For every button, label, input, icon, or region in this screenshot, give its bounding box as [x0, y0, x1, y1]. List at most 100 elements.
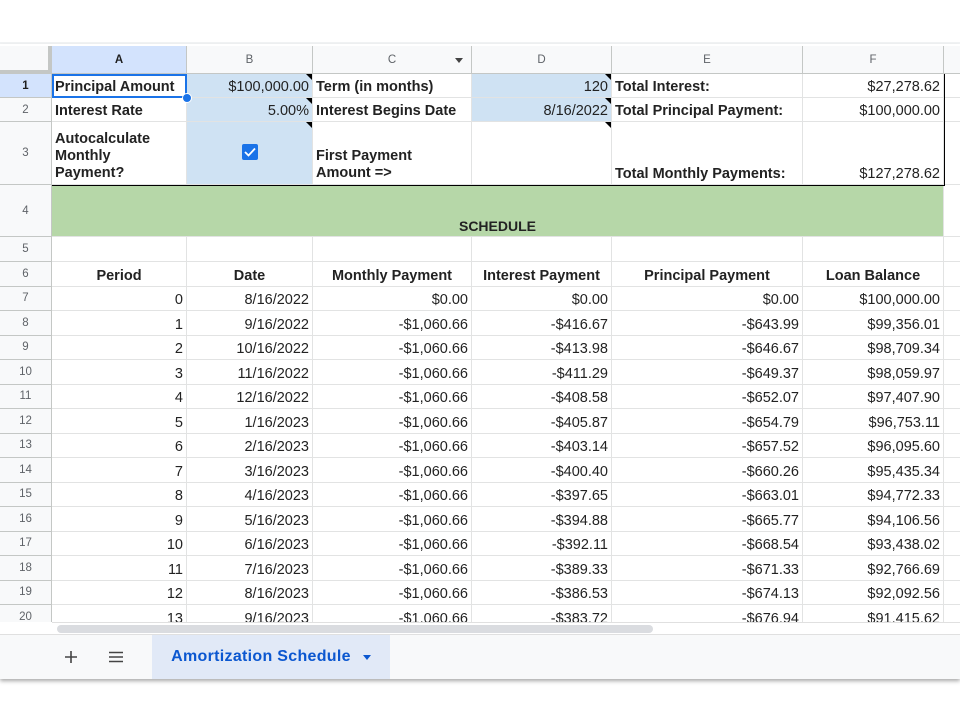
schedule-cell[interactable]: -$383.72: [472, 605, 612, 622]
schedule-cell[interactable]: $98,709.34: [803, 335, 944, 360]
schedule-cell[interactable]: -$400.40: [472, 458, 612, 483]
column-c-dropdown-icon[interactable]: [455, 58, 463, 63]
schedule-cell[interactable]: $96,095.60: [803, 433, 944, 458]
schedule-cell[interactable]: $92,766.69: [803, 556, 944, 581]
schedule-cell[interactable]: -$403.14: [472, 433, 612, 458]
schedule-cell[interactable]: -$652.07: [612, 384, 803, 409]
select-all-corner[interactable]: [0, 46, 52, 74]
schedule-cell[interactable]: -$386.53: [472, 580, 612, 605]
fill-handle[interactable]: [182, 93, 192, 103]
cell-g4[interactable]: [944, 185, 960, 237]
schedule-cell[interactable]: -$671.33: [612, 556, 803, 581]
row-header-11[interactable]: 11: [0, 384, 52, 409]
row-header-2[interactable]: 2: [0, 98, 52, 122]
schedule-cell[interactable]: 1/16/2023: [187, 409, 313, 434]
total-monthly-value[interactable]: $127,278.62: [803, 122, 944, 185]
schedule-cell[interactable]: 7/16/2023: [187, 556, 313, 581]
schedule-cell[interactable]: 8: [52, 482, 187, 507]
schedule-cell[interactable]: 2/16/2023: [187, 433, 313, 458]
schedule-cell[interactable]: $0.00: [612, 286, 803, 311]
schedule-cell[interactable]: 2: [52, 335, 187, 360]
autocalculate-checkbox[interactable]: [241, 144, 258, 160]
schedule-cell[interactable]: -$1,060.66: [313, 384, 472, 409]
blank-cell[interactable]: [472, 237, 612, 262]
principal-value[interactable]: $100,000.00: [187, 74, 313, 98]
total-principal-label[interactable]: Total Principal Payment:: [612, 98, 803, 122]
row-header-8[interactable]: 8: [0, 311, 52, 336]
column-header-g[interactable]: [944, 46, 960, 74]
schedule-cell[interactable]: -$1,060.66: [313, 433, 472, 458]
blank-cell[interactable]: [313, 237, 472, 262]
schedule-cell[interactable]: 11/16/2022: [187, 360, 313, 385]
schedule-cell[interactable]: -$408.58: [472, 384, 612, 409]
schedule-cell[interactable]: 11: [52, 556, 187, 581]
schedule-header-interest-payment[interactable]: Interest Payment: [472, 262, 612, 287]
schedule-cell[interactable]: -$1,060.66: [313, 482, 472, 507]
column-header-e[interactable]: E: [612, 46, 803, 74]
schedule-cell[interactable]: -$660.26: [612, 458, 803, 483]
row-header-12[interactable]: 12: [0, 409, 52, 434]
first-payment-value[interactable]: [472, 122, 612, 185]
schedule-cell[interactable]: 13: [52, 605, 187, 622]
schedule-cell[interactable]: $99,356.01: [803, 311, 944, 336]
column-header-f[interactable]: F: [803, 46, 944, 74]
total-monthly-label[interactable]: Total Monthly Payments:: [612, 122, 803, 185]
first-payment-label[interactable]: First Payment Amount =>: [313, 122, 472, 185]
blank-cell[interactable]: [612, 237, 803, 262]
row-header-15[interactable]: 15: [0, 482, 52, 507]
schedule-cell[interactable]: $97,407.90: [803, 384, 944, 409]
schedule-cell[interactable]: 5/16/2023: [187, 507, 313, 532]
schedule-cell[interactable]: -$643.99: [612, 311, 803, 336]
blank-cell[interactable]: [187, 237, 313, 262]
interest-begins-label[interactable]: Interest Begins Date: [313, 98, 472, 122]
schedule-cell[interactable]: -$1,060.66: [313, 556, 472, 581]
row-header-19[interactable]: 19: [0, 580, 52, 605]
schedule-cell[interactable]: -$1,060.66: [313, 507, 472, 532]
schedule-cell[interactable]: -$1,060.66: [313, 409, 472, 434]
schedule-cell[interactable]: $91,415.62: [803, 605, 944, 622]
row-header-6[interactable]: 6: [0, 262, 52, 287]
schedule-cell[interactable]: -$1,060.66: [313, 531, 472, 556]
all-sheets-button[interactable]: [100, 635, 132, 679]
row-header-3[interactable]: 3: [0, 122, 52, 185]
cell-g[interactable]: [944, 360, 960, 385]
schedule-cell[interactable]: $93,438.02: [803, 531, 944, 556]
schedule-header-loan-balance[interactable]: Loan Balance: [803, 262, 944, 287]
schedule-cell[interactable]: 8/16/2022: [187, 286, 313, 311]
schedule-cell[interactable]: -$413.98: [472, 335, 612, 360]
schedule-cell[interactable]: 9/16/2023: [187, 605, 313, 622]
schedule-cell[interactable]: -$389.33: [472, 556, 612, 581]
row-header-10[interactable]: 10: [0, 360, 52, 385]
interest-rate-value[interactable]: 5.00%: [187, 98, 313, 122]
cell-g[interactable]: [944, 507, 960, 532]
cell-g[interactable]: [944, 287, 960, 311]
cell-g[interactable]: [944, 556, 960, 581]
schedule-cell[interactable]: 10/16/2022: [187, 335, 313, 360]
scrollbar-thumb[interactable]: [57, 625, 653, 633]
schedule-cell[interactable]: 4: [52, 384, 187, 409]
total-interest-label[interactable]: Total Interest:: [612, 74, 803, 98]
schedule-cell[interactable]: 9/16/2022: [187, 311, 313, 336]
schedule-cell[interactable]: $94,772.33: [803, 482, 944, 507]
row-header-16[interactable]: 16: [0, 507, 52, 532]
schedule-cell[interactable]: -$649.37: [612, 360, 803, 385]
sheet-tab-amortization-schedule[interactable]: Amortization Schedule: [152, 635, 390, 679]
schedule-cell[interactable]: -$646.67: [612, 335, 803, 360]
cell-g[interactable]: [944, 581, 960, 605]
schedule-cell[interactable]: -$411.29: [472, 360, 612, 385]
row-header-20[interactable]: 20: [0, 605, 52, 622]
cell-g[interactable]: [944, 311, 960, 336]
cell-g[interactable]: [944, 385, 960, 409]
schedule-cell[interactable]: 3: [52, 360, 187, 385]
schedule-cell[interactable]: -$392.11: [472, 531, 612, 556]
sheet-tab-dropdown-icon[interactable]: [362, 654, 371, 660]
total-principal-value[interactable]: $100,000.00: [803, 98, 944, 122]
schedule-cell[interactable]: $0.00: [313, 286, 472, 311]
schedule-cell[interactable]: -$676.94: [612, 605, 803, 622]
term-value[interactable]: 120: [472, 74, 612, 98]
schedule-cell[interactable]: 12: [52, 580, 187, 605]
column-header-a[interactable]: A: [52, 46, 187, 74]
schedule-cell[interactable]: 6: [52, 433, 187, 458]
spreadsheet-grid[interactable]: A B C D E F 1 2 3 4 5 6 7 8 9 10 11 12 13 14 15 16 17 18 19 20 Pri…: [0, 46, 960, 622]
schedule-header-monthly-payment[interactable]: Monthly Payment: [313, 262, 472, 287]
